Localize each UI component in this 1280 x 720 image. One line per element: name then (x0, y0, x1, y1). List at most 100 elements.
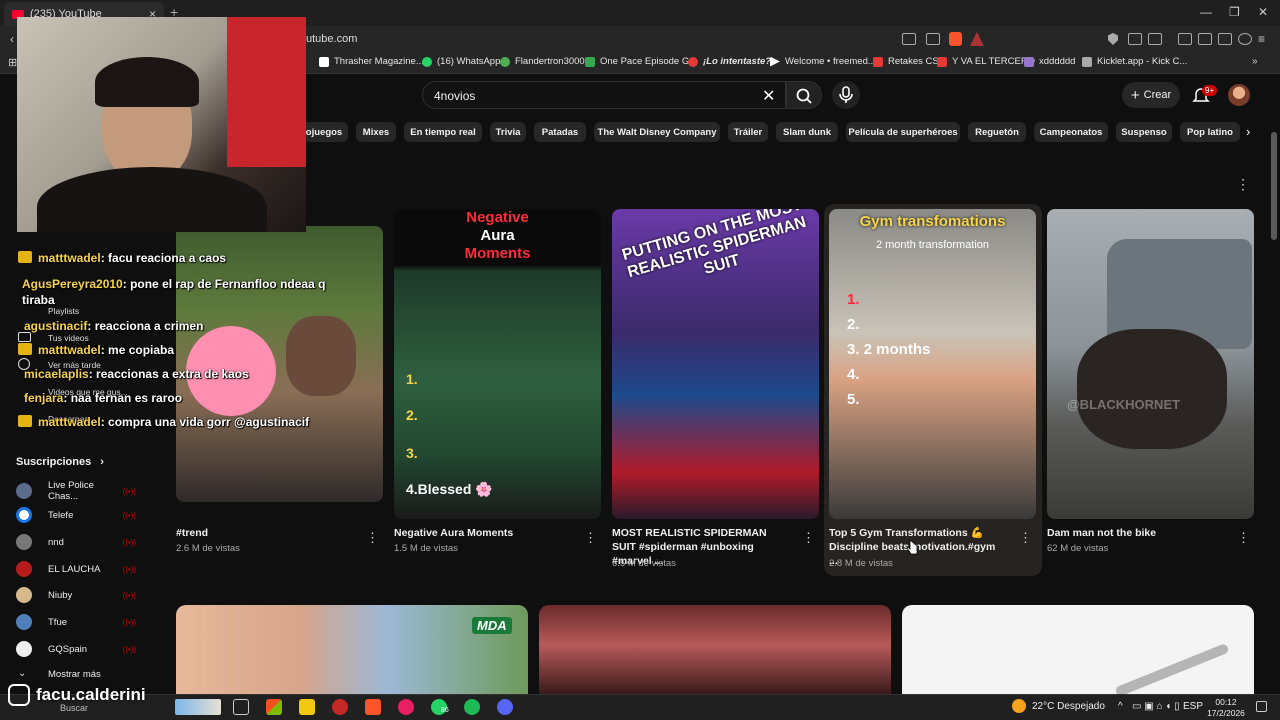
sub-niuby[interactable]: Niuby ((•)) (16, 587, 136, 603)
show-more-button[interactable]: Mostrar más (48, 669, 101, 680)
search-button[interactable] (786, 81, 822, 109)
notifications-icon[interactable] (1256, 701, 1267, 712)
thumbnail-bike (1077, 329, 1227, 449)
discord-icon[interactable] (497, 699, 513, 715)
more-bookmarks-icon[interactable]: » (1252, 56, 1258, 67)
leo-ai-icon[interactable] (1218, 33, 1232, 45)
cast-icon[interactable] (902, 33, 916, 45)
more-options-icon[interactable]: ⋮ (584, 530, 597, 546)
tab-search-icon[interactable] (1198, 33, 1212, 45)
app-icon[interactable] (398, 699, 414, 715)
user-avatar[interactable] (1228, 84, 1250, 106)
chip-trivia[interactable]: Trivia (490, 122, 526, 142)
vpn-icon[interactable] (1238, 33, 1252, 45)
clear-search-icon[interactable]: ✕ (762, 86, 775, 106)
search-input[interactable] (434, 89, 734, 103)
video-thumbnail-spiderman[interactable]: PUTTING ON THE MOST REALISTIC SPIDERMAN … (612, 209, 819, 519)
video-thumbnail-row2-2[interactable] (539, 605, 891, 694)
bookmark-flandertron[interactable]: Flandertron3000 (500, 56, 585, 67)
channel-avatar (16, 614, 32, 630)
subscriptions-title[interactable]: Suscripciones › (16, 456, 104, 468)
voice-search-button[interactable] (832, 81, 860, 109)
back-icon[interactable]: ‹ (10, 32, 14, 46)
page-scrollbar[interactable] (1271, 132, 1277, 240)
video-title[interactable]: Negative Aura Moments (394, 526, 570, 540)
minimize-button[interactable]: — (1200, 5, 1212, 19)
chat-message: fenjara: naa fernan es raroo (24, 391, 183, 405)
tray-overflow-icon[interactable]: ^ (1118, 701, 1123, 712)
chip-mixes[interactable]: Mixes (356, 122, 396, 142)
video-title[interactable]: #trend (176, 526, 352, 540)
live-icon: ((•)) (122, 590, 136, 600)
sub-live-police[interactable]: Live Police Chas... ((•)) (16, 480, 136, 502)
more-options-icon[interactable]: ⋮ (366, 530, 379, 546)
video-thumbnail-gym[interactable]: Gym transfomations 2 month transformatio… (829, 209, 1036, 519)
clock-time[interactable]: 00:12 (1212, 697, 1240, 707)
chip-slam-dunk[interactable]: Slam dunk (776, 122, 838, 142)
more-options-icon[interactable]: ⋮ (1237, 530, 1250, 546)
sub-nnd[interactable]: nnd ((•)) (16, 534, 136, 550)
sub-telefe[interactable]: Telefe ((•)) (16, 507, 136, 523)
close-window-button[interactable]: ✕ (1258, 5, 1268, 19)
bookmark-lo-intentaste[interactable]: ¡Lo intentaste? (688, 56, 771, 67)
bookmark-thrasher[interactable]: Thrasher Magazine... (319, 56, 424, 67)
create-button[interactable]: + Crear (1122, 82, 1180, 108)
share-icon[interactable] (926, 33, 940, 45)
chip-walt-disney[interactable]: The Walt Disney Company (594, 122, 720, 142)
chip-videojuegos[interactable]: ojuegos (300, 122, 348, 142)
chip-trailer[interactable]: Tráiler (728, 122, 768, 142)
bookmark-tercero[interactable]: Y VA EL TERCERO (937, 56, 1035, 67)
chips-next-icon[interactable]: › (1246, 124, 1250, 139)
tray-icons[interactable]: ▭ ▣ ⌂ ◖ ▯ (1132, 701, 1180, 712)
chip-en-tiempo-real[interactable]: En tiempo real (404, 122, 482, 142)
weather-text[interactable]: 22°C Despejado (1032, 701, 1105, 712)
sub-tfue[interactable]: Tfue ((•)) (16, 614, 136, 630)
url-field[interactable]: utube.com (306, 33, 357, 45)
spotify-icon[interactable] (464, 699, 480, 715)
bookmark-one-pace[interactable]: One Pace Episode G... (585, 56, 697, 67)
more-options-icon[interactable]: ⋮ (802, 530, 815, 546)
clock-date[interactable]: 17/2/2026 (1204, 708, 1248, 718)
chip-patadas[interactable]: Patadas (534, 122, 586, 142)
restore-button[interactable]: ❐ (1229, 5, 1240, 19)
sub-gqspain[interactable]: GQSpain ((•)) (16, 641, 136, 657)
video-title[interactable]: Dam man not the bike (1047, 526, 1223, 540)
bookmark-xdddddd[interactable]: xdddddd (1024, 56, 1075, 67)
live-icon: ((•)) (122, 486, 136, 496)
menu-icon[interactable]: ≡ (1258, 32, 1265, 46)
bookmark-kicklet[interactable]: Kicklet.app - Kick C... (1082, 56, 1187, 67)
wallet-icon[interactable] (1148, 33, 1162, 45)
apps-icon[interactable]: ⊞ (8, 56, 17, 69)
video-thumbnail-negative-aura[interactable]: Negative Aura Moments 1. 2. 3. 4.Blessed 🌸 (394, 209, 601, 519)
thumbnail-list: 2. (847, 316, 860, 333)
more-options-icon[interactable]: ⋮ (1019, 530, 1032, 546)
extensions-icon[interactable] (1128, 33, 1142, 45)
section-menu-icon[interactable]: ⋮ (1236, 176, 1250, 193)
chip-suspenso[interactable]: Suspenso (1116, 122, 1172, 142)
bookmark-retakes[interactable]: Retakes CS (873, 56, 939, 67)
video-thumbnail-row2-1[interactable]: MDA (176, 605, 528, 694)
sidebar-toggle-icon[interactable] (1178, 33, 1192, 45)
taskbar-widget-thumb[interactable] (175, 699, 221, 715)
store-icon[interactable] (266, 699, 282, 715)
chip-pop-latino[interactable]: Pop latino (1180, 122, 1240, 142)
obs-icon[interactable] (332, 699, 348, 715)
bookmark-freemed[interactable]: Welcome • freemed... (770, 56, 876, 67)
chevron-right-icon: › (100, 456, 104, 468)
video-thumbnail-dam-man[interactable]: @BLACKHORNET (1047, 209, 1254, 519)
video-thumbnail-trend[interactable] (176, 226, 383, 502)
file-explorer-icon[interactable] (299, 699, 315, 715)
chip-regueton[interactable]: Reguetón (968, 122, 1026, 142)
video-thumbnail-row2-3[interactable] (902, 605, 1254, 698)
language-indicator[interactable]: ESP (1183, 701, 1203, 712)
chip-superheroes[interactable]: Película de superhéroes (846, 122, 960, 142)
bookmark-whatsapp[interactable]: (16) WhatsApp (422, 56, 500, 67)
task-view-icon[interactable] (233, 699, 249, 715)
brave-shield-icon[interactable] (949, 32, 962, 46)
cursor-hand-icon (906, 539, 918, 555)
sub-el-laucha[interactable]: EL LAUCHA ((•)) (16, 561, 136, 577)
brave-icon[interactable] (365, 699, 381, 715)
instagram-handle-overlay: facu.calderini (8, 684, 146, 706)
chip-campeonatos[interactable]: Campeonatos (1034, 122, 1108, 142)
sidebar-item-tus-videos[interactable]: Tus videos (48, 333, 89, 343)
